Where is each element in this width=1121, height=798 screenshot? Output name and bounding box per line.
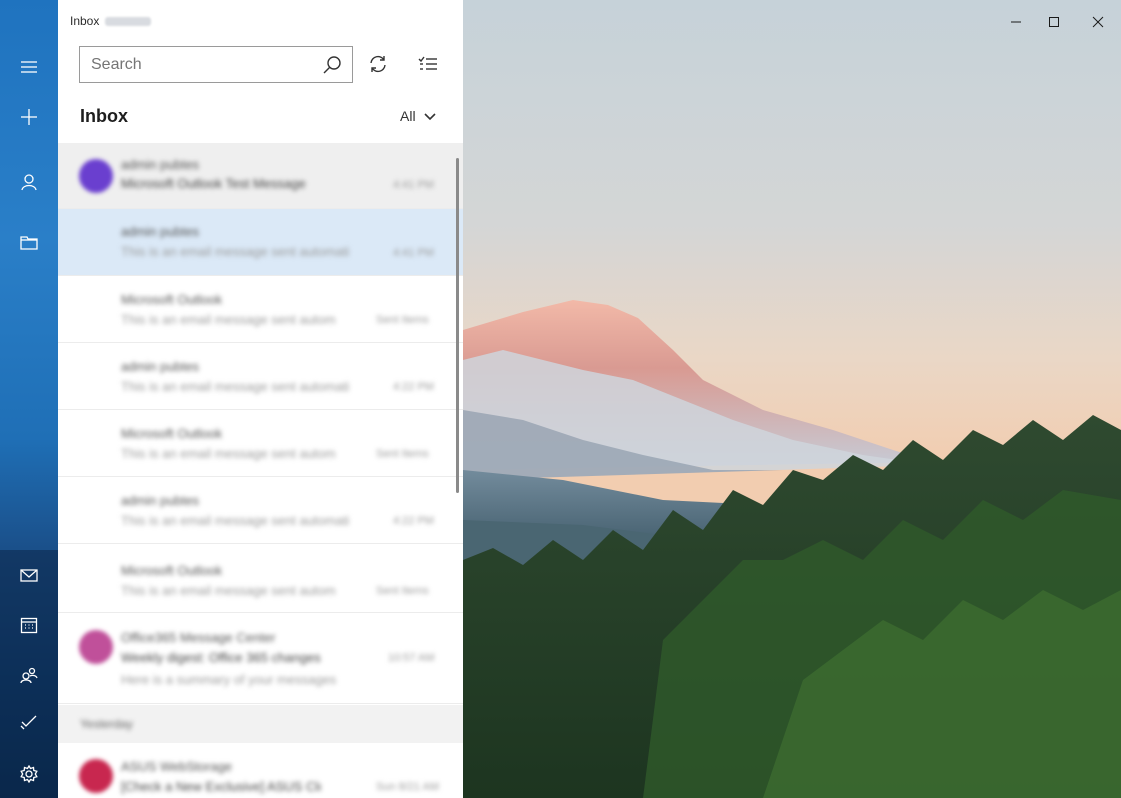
list-title: Inbox <box>80 106 128 126</box>
date-group-header: Yesterday <box>58 705 463 743</box>
sync-button[interactable] <box>364 50 392 78</box>
message-item[interactable]: admin pubtes This is an email message se… <box>58 477 463 544</box>
close-button[interactable] <box>1075 6 1121 38</box>
message-item[interactable]: admin pubtes This is an email message se… <box>58 343 463 410</box>
message-sender: admin pubtes <box>121 157 200 172</box>
sender-avatar <box>79 630 113 664</box>
account-name-redacted <box>105 17 152 27</box>
selection-mode-button[interactable] <box>414 50 442 78</box>
message-sender: Microsoft Outlook <box>121 426 223 441</box>
search-input[interactable] <box>80 55 310 74</box>
maximize-button[interactable] <box>1031 6 1077 38</box>
accounts-person-icon[interactable] <box>0 158 58 206</box>
checklist-icon <box>418 56 437 70</box>
new-mail-plus-icon[interactable] <box>0 93 58 141</box>
hamburger-menu-icon[interactable] <box>0 43 58 91</box>
chevron-down-icon <box>423 113 436 121</box>
message-time: 4:22 PM <box>393 381 434 393</box>
message-time: Sent Items <box>376 585 429 597</box>
window-title-folder: Inbox <box>70 14 100 28</box>
message-sender: admin pubtes <box>121 493 200 508</box>
minimize-icon <box>1011 21 1021 23</box>
message-subject: [Check a New Exclusive] ASUS Clou <box>121 779 321 794</box>
message-item[interactable]: Microsoft Outlook This is an email messa… <box>58 410 463 477</box>
message-list-scrollbar[interactable] <box>456 158 459 493</box>
message-item[interactable]: Office365 Message Center Weekly digest: … <box>58 614 463 704</box>
filter-label: All <box>400 108 416 124</box>
close-icon <box>1092 16 1104 28</box>
message-preview: Here is a summary of your messages <box>121 672 337 687</box>
calendar-icon[interactable] <box>0 601 58 649</box>
message-sender: Microsoft Outlook <box>121 292 223 307</box>
mountain-landscape-illustration <box>463 0 1121 798</box>
sender-avatar <box>79 159 113 193</box>
message-subject: Weekly digest: Office 365 changes <box>121 650 321 665</box>
mail-icon[interactable] <box>0 551 58 599</box>
message-sender: Microsoft Outlook <box>121 563 223 578</box>
message-preview: This is an email message sent automati <box>121 513 350 528</box>
date-group-label: Yesterday <box>80 717 133 731</box>
message-item[interactable]: Microsoft Outlook This is an email messa… <box>58 546 463 613</box>
message-preview: This is an email message sent autom <box>121 446 336 461</box>
window-title: Inbox <box>70 14 152 28</box>
tasks-check-icon[interactable] <box>0 697 58 745</box>
folders-icon[interactable] <box>0 218 58 266</box>
navigation-rail <box>0 0 58 798</box>
settings-gear-icon[interactable] <box>0 750 58 798</box>
message-preview: This is an email message sent autom <box>121 583 336 598</box>
mail-app-window: Inbox Inbox All admin pubtes Microsoft O… <box>0 0 1121 798</box>
message-item[interactable]: ASUS WebStorage [Check a New Exclusive] … <box>58 743 463 798</box>
message-preview: This is an email message sent automati <box>121 244 350 259</box>
message-time: Sent Items <box>376 448 429 460</box>
people-icon[interactable] <box>0 651 58 699</box>
sync-icon <box>370 55 386 73</box>
message-preview: This is an email message sent automati <box>121 379 350 394</box>
message-time: 4:22 PM <box>393 515 434 527</box>
background-landscape-image <box>463 0 1121 798</box>
message-sender: ASUS WebStorage <box>121 759 233 774</box>
message-sender: admin pubtes <box>121 224 200 239</box>
message-time: 10:57 AM <box>388 652 435 664</box>
message-item[interactable]: admin pubtes Microsoft Outlook Test Mess… <box>58 143 463 209</box>
message-sender: admin pubtes <box>121 359 200 374</box>
sender-avatar <box>79 759 113 793</box>
search-icon[interactable] <box>322 55 342 75</box>
message-time: 4:41 PM <box>393 179 434 191</box>
maximize-icon <box>1049 17 1059 27</box>
search-box[interactable] <box>79 46 353 83</box>
message-item[interactable]: Microsoft Outlook This is an email messa… <box>58 276 463 343</box>
message-item[interactable]: admin pubtes This is an email message se… <box>58 209 463 276</box>
filter-dropdown[interactable]: All <box>400 108 436 124</box>
message-time: Sun 8/21 AM <box>376 781 439 793</box>
message-subject: Microsoft Outlook Test Message <box>121 176 306 191</box>
message-time: Sent Items <box>376 314 429 326</box>
message-time: 4:41 PM <box>393 247 434 259</box>
message-preview: This is an email message sent autom <box>121 312 336 327</box>
message-sender: Office365 Message Center <box>121 630 276 645</box>
